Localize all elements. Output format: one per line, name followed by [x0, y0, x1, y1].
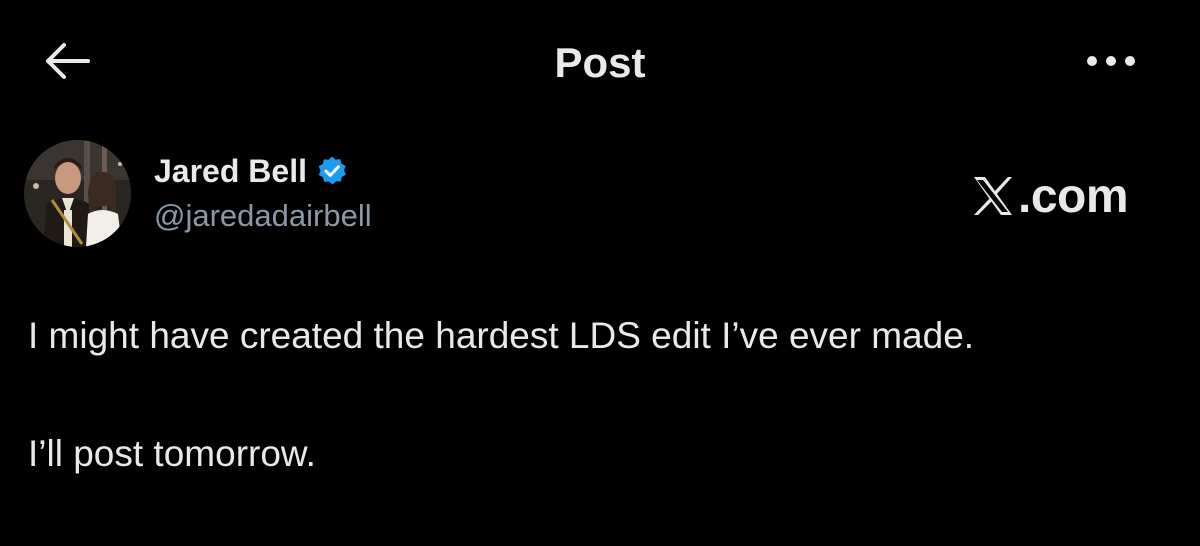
x-com-watermark: .com [972, 166, 1152, 226]
page-title: Post [554, 39, 646, 86]
author-handle[interactable]: @jaredadairbell [154, 195, 372, 237]
author-name-row[interactable]: Jared Bell [154, 150, 349, 192]
watermark-text: .com [1018, 169, 1129, 223]
post-text-line: I might have created the hardest LDS edi… [28, 315, 975, 356]
post-text-line: I’ll post tomorrow. [28, 433, 316, 474]
more-options-button[interactable] [1082, 40, 1140, 86]
top-app-bar: Post [0, 0, 1200, 125]
more-horizontal-icon [1086, 54, 1136, 72]
avatar[interactable] [24, 140, 131, 247]
post-text: I might have created the hardest LDS edi… [28, 310, 1168, 480]
author-display-name: Jared Bell [154, 153, 307, 189]
verified-badge-icon [315, 154, 349, 188]
x-logo-icon [972, 174, 1016, 218]
post-author: Jared Bell @jaredadairbell [24, 140, 784, 250]
